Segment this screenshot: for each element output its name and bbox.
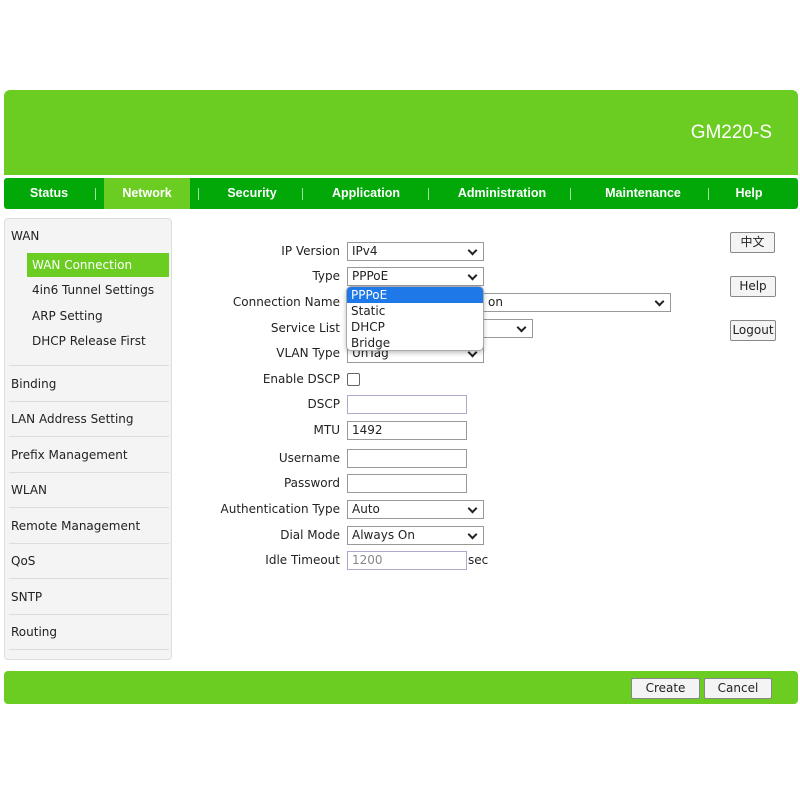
sidebar-item-wan[interactable]: WAN [11, 229, 39, 243]
username-label: Username [278, 451, 340, 465]
dscp-label: DSCP [307, 397, 340, 411]
password-input[interactable] [347, 474, 467, 493]
tab-status[interactable]: Status [4, 178, 94, 209]
type-option-static[interactable]: Static [347, 303, 483, 319]
sidebar-item-4in6-tunnel[interactable]: 4in6 Tunnel Settings [27, 278, 169, 302]
sidebar-item-sntp[interactable]: SNTP [11, 590, 42, 604]
sidebar: WAN WAN Connection 4in6 Tunnel Settings … [4, 218, 172, 660]
nav-divider [302, 188, 303, 200]
tab-help[interactable]: Help [714, 178, 784, 209]
type-option-dhcp[interactable]: DHCP [347, 319, 483, 335]
type-select[interactable]: PPPoE [347, 267, 484, 286]
type-label: Type [312, 269, 340, 283]
mtu-label: MTU [313, 423, 340, 437]
nav-divider [428, 188, 429, 200]
nav-divider [95, 188, 96, 200]
sidebar-item-wan-connection[interactable]: WAN Connection [27, 253, 169, 277]
help-button[interactable]: Help [730, 276, 776, 297]
enable-dscp-checkbox[interactable] [347, 373, 360, 386]
nav-divider [708, 188, 709, 200]
cancel-button[interactable]: Cancel [704, 678, 772, 699]
idle-timeout-unit: sec [468, 553, 489, 567]
idle-timeout-input[interactable]: 1200 [347, 551, 467, 570]
logout-button[interactable]: Logout [730, 320, 776, 341]
nav-divider [198, 188, 199, 200]
sidebar-item-remote-management[interactable]: Remote Management [11, 519, 140, 533]
mtu-input[interactable]: 1492 [347, 421, 467, 440]
sidebar-item-wlan[interactable]: WLAN [11, 483, 47, 497]
auth-type-select[interactable]: Auto [347, 500, 484, 519]
password-label: Password [283, 476, 340, 490]
divider [9, 614, 169, 615]
header-banner: GM220-S [4, 90, 798, 175]
tab-application[interactable]: Application [306, 178, 426, 209]
divider [9, 472, 169, 473]
type-option-bridge[interactable]: Bridge [347, 335, 483, 350]
divider [9, 543, 169, 544]
tab-security[interactable]: Security [204, 178, 300, 209]
ip-version-select[interactable]: IPv4 [347, 242, 484, 261]
language-button[interactable]: 中文 [730, 232, 775, 253]
tab-network[interactable]: Network [104, 178, 190, 209]
dial-mode-label: Dial Mode [280, 528, 340, 542]
divider [9, 578, 169, 579]
type-dropdown-list: PPPoE Static DHCP Bridge [346, 286, 484, 351]
tab-administration[interactable]: Administration [432, 178, 572, 209]
sidebar-item-prefix[interactable]: Prefix Management [11, 448, 128, 462]
main-nav: Status Network Security Application Admi… [4, 178, 798, 209]
ip-version-label: IP Version [281, 244, 340, 258]
dial-mode-select[interactable]: Always On [347, 526, 484, 545]
divider [9, 649, 169, 650]
model-name: GM220-S [690, 122, 772, 143]
sidebar-item-lan-address[interactable]: LAN Address Setting [11, 412, 134, 426]
divider [9, 507, 169, 508]
service-list-label: Service List [270, 321, 340, 335]
enable-dscp-label: Enable DSCP [262, 372, 340, 386]
sidebar-item-binding[interactable]: Binding [11, 377, 56, 391]
sidebar-item-qos[interactable]: QoS [11, 554, 35, 568]
auth-type-label: Authentication Type [220, 502, 340, 516]
sidebar-item-arp-setting[interactable]: ARP Setting [27, 304, 169, 328]
dscp-input[interactable] [347, 395, 467, 414]
divider [9, 365, 169, 366]
idle-timeout-label: Idle Timeout [265, 553, 340, 567]
connection-name-label: Connection Name [232, 295, 340, 309]
create-button[interactable]: Create [631, 678, 700, 699]
type-option-pppoe[interactable]: PPPoE [347, 287, 483, 303]
divider [9, 401, 169, 402]
sidebar-item-routing[interactable]: Routing [11, 625, 57, 639]
sidebar-item-dhcp-release[interactable]: DHCP Release First [27, 329, 169, 353]
vlan-type-label: VLAN Type [276, 346, 340, 360]
tab-maintenance[interactable]: Maintenance [574, 178, 712, 209]
nav-divider [570, 188, 571, 200]
divider [9, 436, 169, 437]
username-input[interactable] [347, 449, 467, 468]
